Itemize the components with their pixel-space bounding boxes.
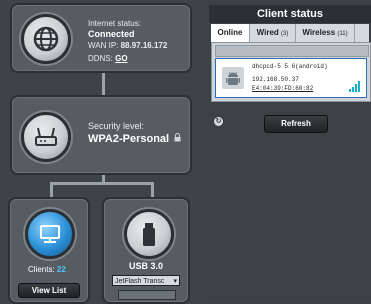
client-ip: 192.168.50.37 [252,76,299,83]
router-security-card[interactable]: Security level: WPA2-Personal [10,95,192,175]
client-list: dhcpcd-5 5 6(android) 192.168.50.37 E4:0… [211,42,371,102]
client-status-tabs: Online Wired (3) Wireless (11) [211,24,369,42]
usb-device-select[interactable]: JetFlash Transc ▾ [112,275,180,286]
clients-count[interactable]: 22 [57,265,66,274]
connector-line [50,182,53,198]
connector-line [151,182,154,198]
internet-status-label: Internet status: [88,19,141,28]
client-status-title: Client status [209,5,371,23]
router-icon[interactable] [21,112,71,162]
chevron-down-icon: ▾ [173,278,177,285]
view-list-button[interactable]: View List [18,283,80,298]
security-level-value: WPA2-Personal [88,133,170,145]
clients-label: Clients: [28,265,55,274]
android-icon [222,67,244,89]
lock-icon [174,133,181,145]
usb-action-button[interactable] [118,290,176,300]
tab-wireless[interactable]: Wireless (11) [296,24,355,42]
client-search-input[interactable] [215,45,369,57]
client-status-panel: Client status Online Wired (3) Wireless … [209,1,371,300]
refresh-icon[interactable]: ↻ [214,117,223,126]
internet-card[interactable]: Internet status: Connected WAN IP: 88.97… [10,3,192,73]
usb-card[interactable]: USB 3.0 JetFlash Transc ▾ [102,197,190,304]
monitor-icon[interactable] [25,209,75,259]
tab-online[interactable]: Online [211,24,250,42]
usb-device-value: JetFlash Transc [115,278,165,285]
tab-wired[interactable]: Wired (3) [250,24,296,42]
ddns-label: DDNS: [88,54,113,63]
security-level-label: Security level: [88,121,145,131]
client-device-name: dhcpcd-5 5 6(android) [252,63,328,70]
wan-ip-label: WAN IP: [88,41,119,50]
internet-status-value: Connected [88,29,135,39]
client-mac-link[interactable]: E4:04:39:FD:60:82 [252,85,313,92]
wan-ip-value: 88.97.16.172 [120,41,168,50]
ddns-go-link[interactable]: GO [115,54,127,63]
refresh-button[interactable]: Refresh [264,115,328,133]
usb-title: USB 3.0 [128,261,163,271]
clients-card[interactable]: Clients: 22 View List [8,197,90,304]
connector-line [50,182,153,185]
client-list-item[interactable]: dhcpcd-5 5 6(android) 192.168.50.37 E4:0… [215,58,367,98]
globe-icon[interactable] [21,14,71,64]
wifi-signal-icon [349,79,361,97]
usb-drive-icon[interactable] [124,209,174,259]
